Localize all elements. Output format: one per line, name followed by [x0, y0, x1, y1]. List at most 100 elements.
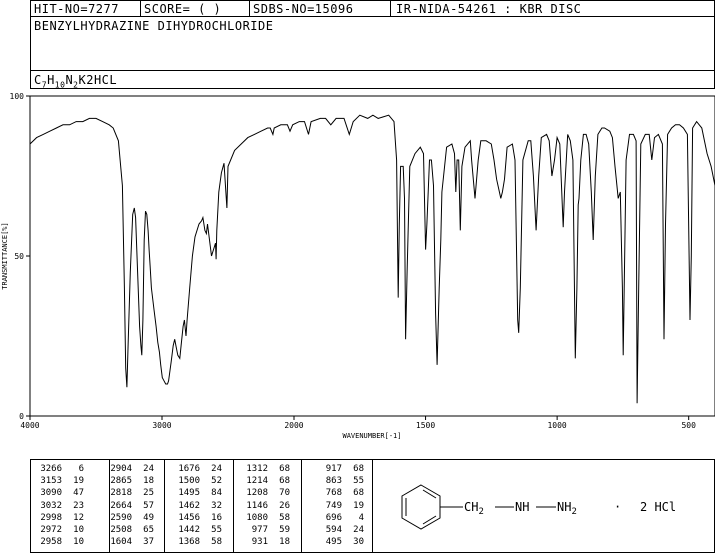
peak-wavenumber: 1676 [178, 464, 200, 474]
x-axis-label: WAVENUMBER[-1] [342, 432, 401, 440]
plot-frame [29, 95, 715, 417]
formula-row-divider [30, 70, 715, 71]
peak-wavenumber: 2664 [110, 500, 132, 511]
peak-row: 931 18 [240, 536, 290, 548]
peak-transmittance: 25 [143, 488, 154, 499]
x-tick-label: 4000 [20, 421, 39, 430]
peak-wavenumber: 1442 [178, 525, 200, 536]
peak-transmittance: 32 [211, 500, 222, 511]
peak-row: 2590 49 [104, 512, 154, 524]
peak-transmittance: 68 [353, 464, 364, 474]
hit-number: HIT-NO=7277 [34, 2, 119, 16]
compound-name: BENZYLHYDRAZINE DIHYDROCHLORIDE [34, 19, 274, 33]
peak-row: 3090 47 [34, 487, 84, 499]
peak-row: 1676 24 [172, 463, 222, 475]
peak-transmittance: 24 [353, 525, 364, 536]
ir-info: IR-NIDA-54261 : KBR DISC [396, 2, 582, 16]
header-divider [140, 0, 141, 17]
peak-row: 1604 37 [104, 536, 154, 548]
peak-row: 1146 26 [240, 500, 290, 512]
peak-row: 2972 10 [34, 524, 84, 536]
peak-transmittance: 58 [211, 537, 222, 548]
y-axis: 0 50 100 [10, 92, 30, 421]
peak-transmittance: 6 [78, 464, 84, 474]
peak-row: 1456 16 [172, 512, 222, 524]
peak-transmittance: 84 [211, 488, 222, 499]
peak-wavenumber: 2904 [110, 464, 132, 474]
ir-spectrum-chart: 0 50 100 4000 3000 2000 1500 1000 500 WAVENUMBE… [1, 92, 715, 440]
header-frame [30, 0, 715, 89]
peak-transmittance: 18 [143, 476, 154, 487]
y-tick-label: 100 [10, 92, 25, 101]
peak-transmittance: 18 [279, 537, 290, 548]
peak-wavenumber: 2958 [40, 537, 62, 548]
peak-row: 696 4 [314, 512, 364, 524]
peak-wavenumber: 768 [325, 488, 342, 499]
peak-row: 1312 68 [240, 463, 290, 475]
peak-row: 1080 58 [240, 512, 290, 524]
peak-wavenumber: 2972 [40, 525, 62, 536]
peak-wavenumber: 495 [325, 537, 342, 548]
peak-wavenumber: 1146 [246, 500, 268, 511]
peak-row: 1495 84 [172, 487, 222, 499]
table-structure-divider [372, 459, 373, 553]
peak-row: 977 59 [240, 524, 290, 536]
peak-wavenumber: 1080 [246, 512, 268, 523]
peak-transmittance: 68 [353, 488, 364, 499]
peak-row: 1368 58 [172, 536, 222, 548]
peak-transmittance: 59 [279, 525, 290, 536]
peak-transmittance: 19 [353, 500, 364, 511]
x-tick-label: 1000 [547, 421, 566, 430]
peak-wavenumber: 3153 [40, 476, 62, 487]
x-tick-label: 2000 [284, 421, 303, 430]
peak-wavenumber: 2865 [110, 476, 132, 487]
peak-wavenumber: 3266 [40, 464, 62, 474]
peak-wavenumber: 1214 [246, 476, 268, 487]
peak-column: 2904 24 2865 18 2818 25 2664 57 2590 49 2508 65 1604… [104, 463, 154, 548]
peak-transmittance: 24 [143, 464, 154, 474]
peak-wavenumber: 2818 [110, 488, 132, 499]
peak-wavenumber: 696 [325, 512, 342, 523]
peak-wavenumber: 2590 [110, 512, 132, 523]
peak-wavenumber: 1208 [246, 488, 268, 499]
peak-row: 2958 10 [34, 536, 84, 548]
peak-wavenumber: 1368 [178, 537, 200, 548]
peak-row: 2508 65 [104, 524, 154, 536]
y-tick-label: 0 [19, 412, 24, 421]
peak-wavenumber: 2998 [40, 512, 62, 523]
peak-wavenumber: 3090 [40, 488, 62, 499]
peak-transmittance: 4 [358, 512, 364, 523]
peak-row: 863 55 [314, 475, 364, 487]
peak-row: 2904 24 [104, 463, 154, 475]
peak-column: 917 68 863 55 768 68 749 19 696 4 594 24 495 30 [314, 463, 364, 548]
header-row-divider [30, 16, 715, 17]
peak-row: 1500 52 [172, 475, 222, 487]
peak-row: 3032 23 [34, 500, 84, 512]
peak-column: 1676 24 1500 52 1495 84 1462 32 1456 16 1442 55 1368… [172, 463, 222, 548]
peak-transmittance: 65 [143, 525, 154, 536]
peak-row: 1442 55 [172, 524, 222, 536]
peak-wavenumber: 1462 [178, 500, 200, 511]
peak-row: 2865 18 [104, 475, 154, 487]
x-tick-label: 3000 [152, 421, 171, 430]
peak-transmittance: 70 [279, 488, 290, 499]
peak-row: 749 19 [314, 500, 364, 512]
peak-transmittance: 19 [73, 476, 84, 487]
peak-column: 3266 6 3153 19 3090 47 3032 23 2998 12 2972 10 2958 1… [34, 463, 84, 548]
peak-transmittance: 23 [73, 500, 84, 511]
chemical-structure: CH2 NH NH2 · 2 HCl [401, 484, 676, 530]
peak-row: 1214 68 [240, 475, 290, 487]
peak-wavenumber: 3032 [40, 500, 62, 511]
peak-row: 768 68 [314, 487, 364, 499]
peak-wavenumber: 1604 [110, 537, 132, 548]
score: SCORE= ( ) [144, 2, 222, 16]
peak-transmittance: 24 [211, 464, 222, 474]
nh-group: NH [515, 500, 529, 514]
spectrum-line [29, 114, 715, 404]
x-tick-label: 500 [681, 421, 696, 430]
peak-column: 1312 68 1214 68 1208 70 1146 26 1080 58 977 59 931 18 [240, 463, 290, 548]
header-divider [390, 0, 391, 17]
peak-transmittance: 55 [353, 476, 364, 487]
peak-wavenumber: 594 [325, 525, 342, 536]
peak-transmittance: 30 [353, 537, 364, 548]
